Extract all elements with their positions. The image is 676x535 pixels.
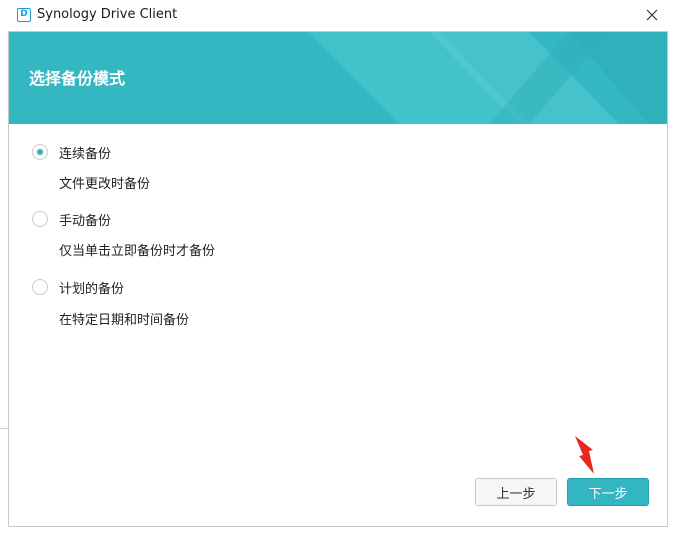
- title-bar: D Synology Drive Client: [0, 0, 676, 31]
- option-description: 文件更改时备份: [59, 177, 151, 192]
- annotation-arrow-icon: [575, 436, 594, 474]
- app-window: D Synology Drive Client 选择备份模式 连续备份 文件更改…: [0, 0, 676, 535]
- option-label[interactable]: 连续备份: [59, 143, 111, 162]
- radio-continuous-backup[interactable]: [32, 144, 48, 160]
- window-title: Synology Drive Client: [37, 7, 178, 22]
- synology-drive-logo-icon: D: [17, 8, 31, 22]
- background-divider: [0, 428, 8, 429]
- previous-button[interactable]: 上一步: [475, 478, 557, 506]
- option-label[interactable]: 计划的备份: [59, 278, 124, 297]
- page-title: 选择备份模式: [29, 69, 126, 88]
- option-description: 仅当单击立即备份时才备份: [59, 244, 216, 259]
- radio-manual-backup[interactable]: [32, 211, 48, 227]
- header-banner: 选择备份模式: [9, 32, 667, 124]
- close-button[interactable]: [640, 4, 664, 26]
- option-description: 在特定日期和时间备份: [59, 313, 190, 328]
- option-label[interactable]: 手动备份: [59, 210, 111, 229]
- radio-scheduled-backup[interactable]: [32, 279, 48, 295]
- backup-mode-dialog: 选择备份模式 连续备份 文件更改时备份 手动备份 仅当单击立即备份时才备份 计划…: [8, 31, 668, 527]
- next-button[interactable]: 下一步: [567, 478, 649, 506]
- close-icon: [646, 9, 658, 21]
